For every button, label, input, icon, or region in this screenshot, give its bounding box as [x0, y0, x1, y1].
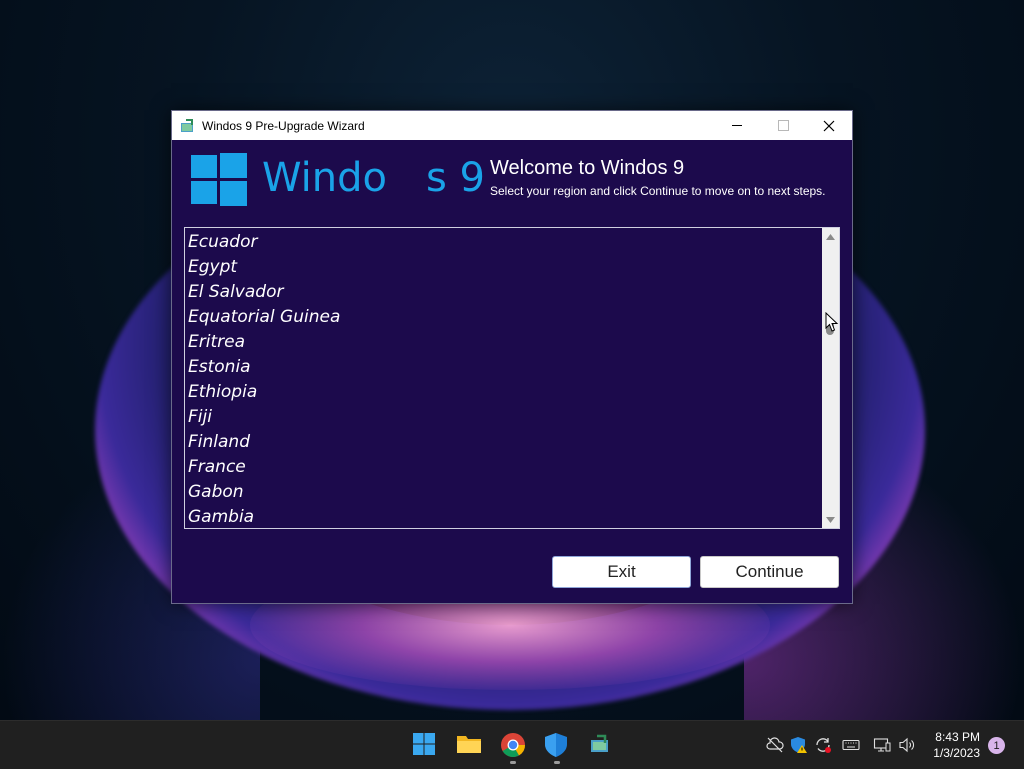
- logo-text-left: Windo: [262, 155, 387, 201]
- maximize-icon: [777, 120, 789, 131]
- running-indicator: [510, 761, 516, 764]
- close-button[interactable]: [806, 111, 852, 140]
- list-item[interactable]: Equatorial Guinea: [188, 305, 818, 330]
- list-item[interactable]: Finland: [188, 430, 818, 455]
- list-item[interactable]: El Salvador: [188, 280, 818, 305]
- continue-button[interactable]: Continue: [700, 556, 839, 588]
- cloud-offline-icon[interactable]: [766, 736, 784, 754]
- list-item[interactable]: Ethiopia: [188, 380, 818, 405]
- list-item[interactable]: Egypt: [188, 255, 818, 280]
- file-explorer-icon[interactable]: [456, 732, 482, 758]
- scroll-down-icon: [826, 516, 835, 523]
- sync-icon[interactable]: [814, 736, 832, 754]
- notification-badge[interactable]: 1: [988, 737, 1005, 754]
- close-icon: [823, 120, 835, 131]
- vertical-scrollbar[interactable]: [822, 228, 839, 528]
- list-item[interactable]: Gabon: [188, 480, 818, 505]
- list-item[interactable]: France: [188, 455, 818, 480]
- welcome-subtitle: Select your region and click Continue to…: [490, 184, 826, 198]
- exit-button[interactable]: Exit: [552, 556, 691, 588]
- taskbar: 8:43 PM 1/3/2023 1: [0, 720, 1024, 769]
- list-item[interactable]: Gambia: [188, 505, 818, 528]
- scroll-down-button[interactable]: [822, 511, 839, 528]
- network-icon[interactable]: [873, 736, 891, 754]
- system-clock[interactable]: 8:43 PM 1/3/2023: [933, 729, 980, 761]
- scroll-up-button[interactable]: [822, 228, 839, 245]
- logo-text-right: s 9: [426, 155, 486, 201]
- start-icon[interactable]: [412, 732, 438, 758]
- title-bar[interactable]: Windos 9 Pre-Upgrade Wizard: [172, 111, 852, 140]
- list-item[interactable]: Estonia: [188, 355, 818, 380]
- security-warning-icon[interactable]: [790, 736, 808, 754]
- windows-logo-icon: [191, 153, 247, 206]
- scroll-up-icon: [826, 233, 835, 240]
- list-item[interactable]: Fiji: [188, 405, 818, 430]
- region-listbox[interactable]: Ecuador Egypt El Salvador Equatorial Gui…: [184, 227, 840, 529]
- clock-date: 1/3/2023: [933, 746, 980, 760]
- list-item[interactable]: Eritrea: [188, 330, 818, 355]
- wizard-window: Windos 9 Pre-Upgrade Wizard Windo s 9 We…: [171, 110, 853, 604]
- region-list: Ecuador Egypt El Salvador Equatorial Gui…: [188, 230, 818, 528]
- window-title: Windos 9 Pre-Upgrade Wizard: [202, 118, 365, 133]
- minimize-button[interactable]: [714, 111, 760, 140]
- running-indicator: [554, 761, 560, 764]
- list-item[interactable]: Ecuador: [188, 230, 818, 255]
- minimize-icon: [732, 125, 742, 126]
- maximize-button: [760, 111, 806, 140]
- welcome-title: Welcome to Windos 9: [490, 157, 685, 179]
- clock-time: 8:43 PM: [935, 730, 980, 744]
- security-shield-icon[interactable]: [544, 732, 570, 758]
- chrome-icon[interactable]: [500, 732, 526, 758]
- mouse-pointer-icon: [825, 312, 839, 332]
- keyboard-icon[interactable]: [842, 736, 860, 754]
- wizard-banner: Windo s 9 Welcome to Windos 9 Select you…: [172, 140, 852, 216]
- wizard-app-icon: [180, 118, 196, 134]
- wizard-app-icon[interactable]: [588, 732, 614, 758]
- volume-icon[interactable]: [898, 736, 916, 754]
